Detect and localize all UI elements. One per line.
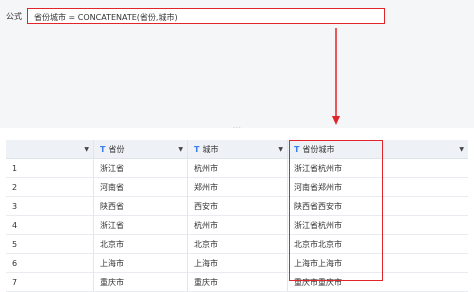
cell-province-city[interactable]: 河南省郑州市 [288,178,468,197]
cell-city[interactable]: 郑州市 [188,178,288,197]
cell-city[interactable]: 北京市 [188,235,288,254]
cell-province-city[interactable]: 上海市上海市 [288,254,468,273]
header-label: 省份 [108,145,125,154]
chevron-down-icon[interactable]: ▼ [178,140,183,158]
header-rownum[interactable]: ▼ [6,140,94,159]
text-type-icon: T [100,145,106,154]
cell-province-city[interactable]: 浙江省杭州市 [288,216,468,235]
row-number[interactable]: 5 [6,235,94,254]
table-row[interactable]: 3 陕西省 西安市 陕西省西安市 [6,197,468,216]
table-row[interactable]: 2 河南省 郑州市 河南省郑州市 [6,178,468,197]
text-type-icon: T [294,145,300,154]
row-number[interactable]: 1 [6,159,94,178]
cell-province[interactable]: 陕西省 [94,197,188,216]
cell-province[interactable]: 河南省 [94,178,188,197]
cell-province-city[interactable]: 浙江省杭州市 [288,159,468,178]
cell-city[interactable]: 杭州市 [188,216,288,235]
table-row[interactable]: 5 北京市 北京市 北京市北京市 [6,235,468,254]
header-province[interactable]: T 省份 ▼ [94,140,188,159]
chevron-down-icon[interactable]: ▼ [278,140,283,158]
cell-province-city[interactable]: 陕西省西安市 [288,197,468,216]
header-province-city[interactable]: T 省份城市 ▼ [288,140,468,159]
table-row[interactable]: 4 浙江省 杭州市 浙江省杭州市 [6,216,468,235]
row-number[interactable]: 2 [6,178,94,197]
header-label: 城市 [202,145,219,154]
row-number[interactable]: 6 [6,254,94,273]
cell-city[interactable]: 杭州市 [188,159,288,178]
splitter-handle[interactable]: ··· [233,125,242,132]
table-header-row: ▼ T 省份 ▼ T 城市 ▼ T 省份城市 ▼ [6,140,468,159]
row-number[interactable]: 3 [6,197,94,216]
cell-city[interactable]: 上海市 [188,254,288,273]
cell-province-city[interactable]: 北京市北京市 [288,235,468,254]
down-arrow-icon [332,28,340,125]
cell-province[interactable]: 北京市 [94,235,188,254]
row-number[interactable]: 4 [6,216,94,235]
formula-input[interactable]: 省份城市 = CONCATENATE(省份,城市) [27,8,385,24]
header-label: 省份城市 [302,145,335,154]
table-row[interactable]: 1 浙江省 杭州市 浙江省杭州市 [6,159,468,178]
cell-province[interactable]: 浙江省 [94,216,188,235]
cell-province[interactable]: 浙江省 [94,159,188,178]
header-city[interactable]: T 城市 ▼ [188,140,288,159]
table-row[interactable]: 6 上海市 上海市 上海市上海市 [6,254,468,273]
text-type-icon: T [194,145,200,154]
data-table: ▼ T 省份 ▼ T 城市 ▼ T 省份城市 ▼ 1 浙江省 杭州市 浙江省杭州市 2 河南省郑… [6,140,468,292]
chevron-down-icon[interactable]: ▼ [459,140,464,158]
chevron-down-icon[interactable]: ▼ [84,140,89,158]
cell-province[interactable]: 上海市 [94,254,188,273]
cell-city[interactable]: 西安市 [188,197,288,216]
formula-label: 公式 [6,12,22,21]
